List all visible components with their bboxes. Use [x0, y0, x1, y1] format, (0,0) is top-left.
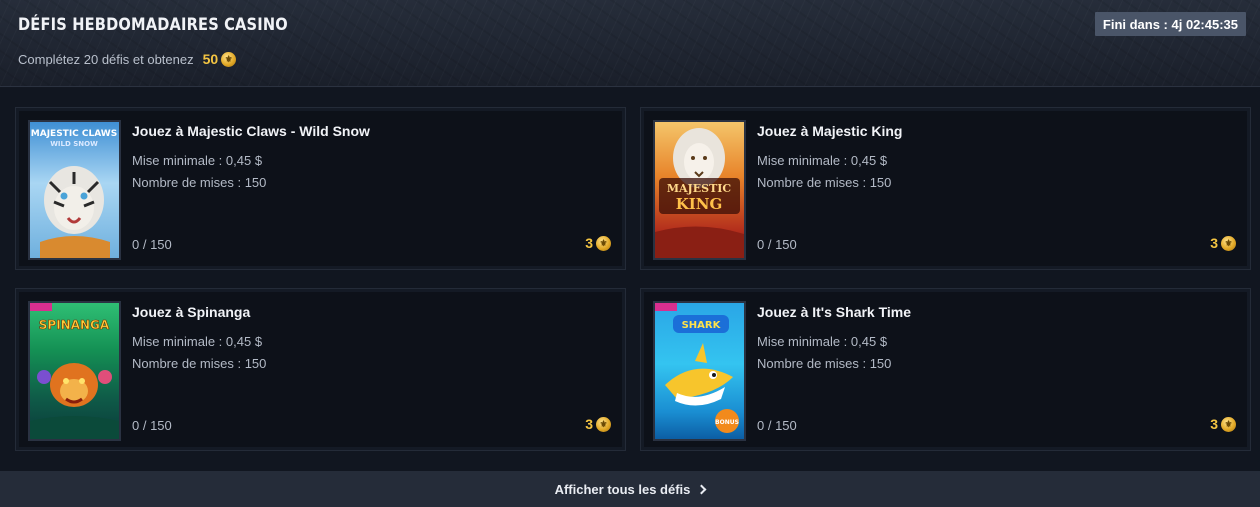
subtitle-text: Complétez 20 défis et obtenez: [18, 51, 194, 67]
challenge-points: 3 ⚜: [585, 416, 611, 432]
bet-count: Nombre de mises : 150: [132, 175, 267, 190]
challenge-points: 3 ⚜: [1210, 416, 1236, 432]
challenge-title: Jouez à It's Shark Time: [757, 304, 912, 320]
coin-icon: ⚜: [596, 416, 611, 432]
challenge-title: Jouez à Majestic Claws - Wild Snow: [132, 123, 370, 139]
progress-text: 0 / 150: [132, 418, 172, 433]
art-text: WILD SNOW: [50, 140, 98, 148]
points-value: 3: [585, 235, 593, 251]
progress-text: 0 / 150: [757, 418, 797, 433]
challenge-card[interactable]: MAJESTIC CLAWS WILD SNOW Jouez à Majesti…: [15, 107, 626, 270]
lion-art: MAJESTIC KING: [655, 122, 744, 258]
game-thumbnail-spinanga[interactable]: SPINANGA: [28, 301, 121, 441]
progress-text: 0 / 150: [757, 237, 797, 252]
challenge-card[interactable]: SPINANGA Jouez à Spinanga Mise minimale …: [15, 288, 626, 451]
coin-icon: ⚜: [1221, 235, 1236, 251]
coin-icon: ⚜: [1221, 416, 1236, 432]
art-text: MAJESTIC: [667, 182, 732, 195]
page-title: DÉFIS HEBDOMADAIRES CASINO: [18, 15, 288, 35]
weekly-challenges-panel: DÉFIS HEBDOMADAIRES CASINO Complétez 20 …: [0, 0, 1260, 507]
challenges-grid: MAJESTIC CLAWS WILD SNOW Jouez à Majesti…: [0, 88, 1260, 471]
art-text: KING: [676, 195, 723, 213]
challenge-points: 3 ⚜: [1210, 235, 1236, 251]
game-thumbnail-shark-time[interactable]: SHARK BONUS: [653, 301, 746, 441]
challenge-points: 3 ⚜: [585, 235, 611, 251]
progress-text: 0 / 150: [132, 237, 172, 252]
min-bet: Mise minimale : 0,45 $: [132, 153, 263, 168]
game-thumbnail-majestic-claws[interactable]: MAJESTIC CLAWS WILD SNOW: [28, 120, 121, 260]
reward-value: 50: [202, 51, 219, 67]
jungle-art: SPINANGA: [30, 303, 119, 439]
points-value: 3: [1210, 416, 1218, 432]
shark-art: SHARK BONUS: [655, 303, 744, 439]
challenge-title: Jouez à Majestic King: [757, 123, 903, 139]
coin-icon: ⚜: [221, 51, 237, 67]
bet-count: Nombre de mises : 150: [132, 356, 267, 371]
min-bet: Mise minimale : 0,45 $: [132, 334, 263, 349]
min-bet: Mise minimale : 0,45 $: [757, 153, 888, 168]
reward-amount: 50 ⚜: [203, 51, 237, 67]
panel-header: DÉFIS HEBDOMADAIRES CASINO Complétez 20 …: [0, 0, 1260, 87]
challenge-title: Jouez à Spinanga: [132, 304, 251, 320]
min-bet: Mise minimale : 0,45 $: [757, 334, 888, 349]
chevron-right-icon: [696, 484, 707, 494]
countdown-timer: Fini dans : 4j 02:45:35: [1094, 12, 1246, 36]
tiger-art: MAJESTIC CLAWS WILD SNOW: [30, 122, 119, 258]
challenge-card[interactable]: MAJESTIC KING Jouez à Majestic King Mise…: [640, 107, 1251, 270]
panel-footer: Afficher tous les défis: [0, 471, 1260, 507]
points-value: 3: [1210, 235, 1218, 251]
bet-count: Nombre de mises : 150: [757, 356, 892, 371]
show-all-challenges-link[interactable]: Afficher tous les défis: [554, 481, 707, 497]
points-value: 3: [585, 416, 593, 432]
game-thumbnail-majestic-king[interactable]: MAJESTIC KING: [653, 120, 746, 260]
show-all-label: Afficher tous les défis: [554, 481, 691, 497]
art-text: SHARK: [682, 320, 722, 331]
art-text: BONUS: [715, 419, 739, 426]
art-text: SPINANGA: [39, 318, 110, 332]
challenge-card[interactable]: SHARK BONUS Jouez à It's Shark Time Mise…: [640, 288, 1251, 451]
header-subtitle: Complétez 20 défis et obtenez 50 ⚜: [18, 51, 237, 67]
coin-icon: ⚜: [596, 235, 611, 251]
bet-count: Nombre de mises : 150: [757, 175, 892, 190]
art-text: MAJESTIC CLAWS: [31, 129, 117, 139]
